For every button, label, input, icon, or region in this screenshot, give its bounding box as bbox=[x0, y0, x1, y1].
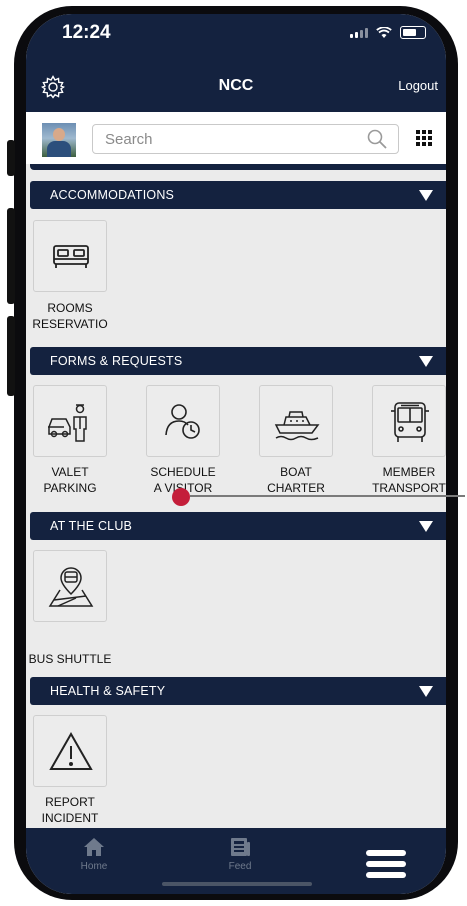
side-button bbox=[7, 316, 15, 396]
valet-icon bbox=[48, 404, 87, 442]
annotation-marker bbox=[172, 488, 190, 506]
avatar[interactable] bbox=[42, 123, 76, 157]
phone-screen: 12:24 NCC Logout Search ACCOMMODATIONS R… bbox=[26, 14, 446, 894]
visitor-clock-icon bbox=[165, 404, 200, 439]
tile-bus-shuttle[interactable] bbox=[33, 550, 107, 622]
tile-valet-parking[interactable] bbox=[33, 385, 107, 457]
tile-report-incident[interactable] bbox=[33, 715, 107, 787]
signal-icon bbox=[350, 27, 368, 38]
status-time: 12:24 bbox=[62, 22, 111, 43]
search-row: Search bbox=[26, 112, 446, 164]
nav-label-home: Home bbox=[80, 861, 108, 872]
tile-label-bus-shuttle: BUS SHUTTLE bbox=[28, 652, 112, 666]
tile-label-valet-parking: VALET PARKING bbox=[43, 465, 97, 495]
section-header-at-the-club[interactable]: AT THE CLUB bbox=[30, 512, 446, 540]
collapse-triangle-icon[interactable] bbox=[419, 686, 433, 697]
search-icon[interactable] bbox=[366, 128, 388, 150]
nav-label-feed: Feed bbox=[228, 861, 252, 872]
collapse-triangle-icon[interactable] bbox=[419, 356, 433, 367]
section-title: AT THE CLUB bbox=[50, 519, 133, 533]
home-icon bbox=[84, 838, 104, 856]
collapse-triangle-icon[interactable] bbox=[419, 190, 433, 201]
side-button bbox=[7, 208, 15, 304]
app-title: NCC bbox=[218, 77, 254, 94]
side-button bbox=[7, 140, 15, 176]
feed-icon bbox=[231, 838, 250, 856]
tile-member-transport[interactable] bbox=[372, 385, 446, 457]
boat-icon bbox=[274, 411, 320, 441]
bed-icon bbox=[53, 245, 89, 268]
section-title: FORMS & REQUESTS bbox=[50, 354, 183, 368]
menu-icon[interactable] bbox=[366, 850, 406, 883]
app-bar: NCC Logout bbox=[26, 62, 446, 112]
nav-home[interactable]: Home bbox=[64, 836, 124, 872]
section-header-accommodations[interactable]: ACCOMMODATIONS bbox=[30, 181, 446, 209]
search-input[interactable]: Search bbox=[92, 124, 399, 154]
tile-label-report-incident: REPORT INCIDENT bbox=[41, 795, 99, 825]
section-header-forms-requests[interactable]: FORMS & REQUESTS bbox=[30, 347, 446, 375]
battery-icon bbox=[400, 26, 426, 39]
status-bar: 12:24 bbox=[26, 14, 446, 62]
tile-boat-charter[interactable] bbox=[259, 385, 333, 457]
section-header-collapsed bbox=[30, 164, 446, 170]
status-icons bbox=[350, 26, 426, 39]
search-placeholder: Search bbox=[105, 131, 153, 148]
apps-grid-icon[interactable] bbox=[416, 130, 432, 146]
tile-label-rooms-reservation: ROOMS RESERVATIO bbox=[32, 301, 108, 331]
tile-rooms-reservation[interactable] bbox=[33, 220, 107, 292]
logout-button[interactable]: Logout bbox=[398, 78, 438, 93]
nav-feed[interactable]: Feed bbox=[210, 836, 270, 872]
warning-icon bbox=[49, 731, 93, 770]
annotation-line bbox=[190, 495, 465, 497]
collapse-triangle-icon[interactable] bbox=[419, 521, 433, 532]
tile-schedule-visitor[interactable] bbox=[146, 385, 220, 457]
tile-label-member-transport: MEMBER TRANSPORT bbox=[372, 465, 446, 495]
section-header-health-safety[interactable]: HEALTH & SAFETY bbox=[30, 677, 446, 705]
home-indicator bbox=[162, 882, 312, 886]
tile-label-boat-charter: BOAT CHARTER bbox=[267, 465, 325, 495]
wifi-icon bbox=[376, 26, 392, 38]
section-title: HEALTH & SAFETY bbox=[50, 684, 166, 698]
bus-icon bbox=[391, 402, 429, 442]
section-title: ACCOMMODATIONS bbox=[50, 188, 175, 202]
shuttle-map-icon bbox=[48, 567, 94, 607]
